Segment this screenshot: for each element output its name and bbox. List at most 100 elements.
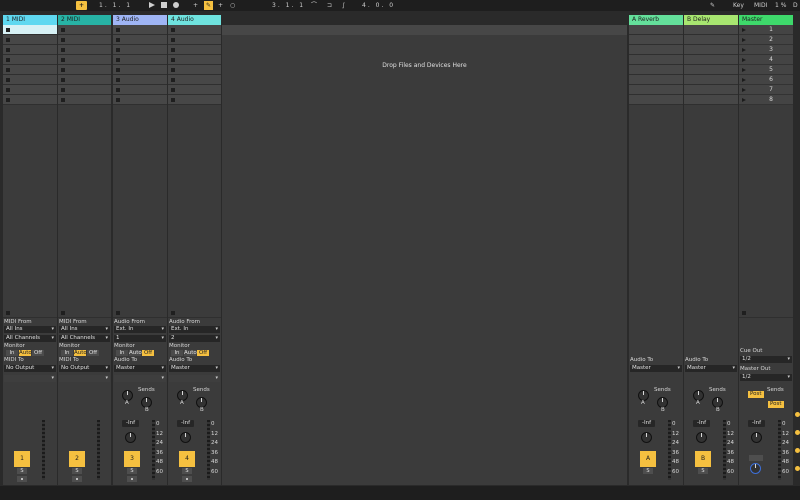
clip-slot[interactable] <box>3 75 57 85</box>
clip-slot[interactable] <box>113 95 167 105</box>
output-target-select[interactable]: No Output <box>4 365 56 372</box>
clip-stop-icon[interactable] <box>171 88 175 92</box>
clip-slot[interactable] <box>168 85 221 95</box>
clip-stop-icon[interactable] <box>6 98 10 102</box>
clip-slot[interactable] <box>113 65 167 75</box>
monitor-off-button[interactable]: Off <box>87 350 99 356</box>
clip-stop-icon[interactable] <box>61 78 65 82</box>
stop-square-icon[interactable] <box>61 311 65 315</box>
scene-play-icon[interactable] <box>742 98 746 102</box>
cue-volume-knob[interactable] <box>751 432 762 443</box>
track-stop-button[interactable] <box>58 308 111 318</box>
clip-stop-icon[interactable] <box>116 28 120 32</box>
clip-slot[interactable] <box>113 35 167 45</box>
track-activator-button[interactable]: 4 <box>179 451 195 467</box>
clip-stop-icon[interactable] <box>61 38 65 42</box>
volume-display[interactable]: -Inf <box>122 420 139 427</box>
monitor-auto-button[interactable]: Auto <box>19 350 32 356</box>
clip-stop-icon[interactable] <box>171 68 175 72</box>
monitor-auto-button[interactable]: Auto <box>129 350 142 356</box>
clip-slot[interactable] <box>168 35 221 45</box>
output-target-select[interactable]: Master <box>169 365 220 372</box>
scene-play-icon[interactable] <box>742 28 746 32</box>
clip-slot[interactable] <box>3 25 57 35</box>
clip-stop-icon[interactable] <box>116 88 120 92</box>
return-header-a-reverb[interactable]: A Reverb <box>629 15 683 25</box>
scene-play-icon[interactable] <box>742 48 746 52</box>
metronome-button[interactable]: + <box>76 1 87 10</box>
clip-slot[interactable] <box>3 35 57 45</box>
scene-launch-button[interactable]: 6 <box>739 75 793 85</box>
track-stop-button[interactable] <box>3 308 57 318</box>
return-a-volume-display[interactable]: -Inf <box>638 420 655 427</box>
clip-stop-icon[interactable] <box>6 48 10 52</box>
clip-slot[interactable] <box>168 95 221 105</box>
loop-toggle-icon[interactable]: ⌒ ⊐ ∫ <box>311 1 349 10</box>
scene-launch-button[interactable]: 7 <box>739 85 793 95</box>
arm-button[interactable] <box>72 476 82 482</box>
cue-out-select[interactable]: 1/2 <box>740 356 792 363</box>
clip-stop-icon[interactable] <box>171 98 175 102</box>
master-post-button[interactable]: Post <box>748 391 764 398</box>
scene-play-icon[interactable] <box>742 38 746 42</box>
input-channel-select[interactable]: All Channels <box>59 335 110 342</box>
volume-display[interactable]: -Inf <box>177 420 194 427</box>
clip-stop-icon[interactable] <box>171 48 175 52</box>
scene-play-icon[interactable] <box>742 68 746 72</box>
clip-slot[interactable] <box>58 55 111 65</box>
pencil-icon[interactable]: ✎ <box>710 1 715 10</box>
arm-button[interactable] <box>17 476 27 482</box>
input-source-select[interactable]: Ext. In <box>114 326 166 333</box>
pan-knob[interactable] <box>125 432 136 443</box>
scene-launch-button[interactable]: 3 <box>739 45 793 55</box>
scene-play-icon[interactable] <box>742 58 746 62</box>
input-source-select[interactable]: All Ins <box>59 326 110 333</box>
track-stop-button[interactable] <box>168 308 221 318</box>
midi-map-button[interactable]: MIDI <box>754 1 767 10</box>
input-channel-select[interactable]: 2 <box>169 335 220 342</box>
clip-stop-icon[interactable] <box>61 48 65 52</box>
clip-stop-icon[interactable] <box>61 28 65 32</box>
stop-all-clips-button[interactable] <box>739 308 793 318</box>
track-stop-button[interactable] <box>113 308 167 318</box>
clip-slot[interactable] <box>3 95 57 105</box>
master-out-select[interactable]: 1/2 <box>740 374 792 381</box>
stop-icon[interactable] <box>161 1 168 10</box>
draw-mode-icon[interactable]: ✎ <box>204 1 213 10</box>
monitor-off-button[interactable]: Off <box>197 350 209 356</box>
input-channel-select[interactable]: All Channels <box>4 335 56 342</box>
clip-slot[interactable] <box>168 25 221 35</box>
return-b-solo-button[interactable]: S <box>698 468 708 474</box>
clip-slot[interactable] <box>168 55 221 65</box>
clip-slot[interactable] <box>58 95 111 105</box>
clip-stop-icon[interactable] <box>61 98 65 102</box>
track-header-1-midi[interactable]: 1 MIDI <box>3 15 57 25</box>
scene-launch-button[interactable]: 1 <box>739 25 793 35</box>
clip-stop-icon[interactable] <box>61 58 65 62</box>
clip-slot[interactable] <box>113 85 167 95</box>
clip-stop-icon[interactable] <box>6 88 10 92</box>
solo-button[interactable]: S <box>127 468 137 474</box>
master-header[interactable]: Master <box>739 15 793 25</box>
return-b-pan-knob[interactable] <box>696 432 707 443</box>
clip-slot[interactable] <box>168 75 221 85</box>
monitor-off-button[interactable]: Off <box>32 350 44 356</box>
clip-stop-icon[interactable] <box>171 28 175 32</box>
master-pan-knob[interactable] <box>750 463 761 474</box>
monitor-auto-button[interactable]: Auto <box>184 350 197 356</box>
record-icon[interactable] <box>173 1 180 10</box>
return-a-pan-knob[interactable] <box>641 432 652 443</box>
clip-slot[interactable] <box>3 85 57 95</box>
monitor-in-button[interactable]: In <box>6 350 18 356</box>
clip-slot[interactable] <box>168 45 221 55</box>
output-target-select[interactable]: No Output <box>59 365 110 372</box>
return-b-volume-display[interactable]: -Inf <box>693 420 710 427</box>
clip-slot[interactable] <box>58 85 111 95</box>
solo-button[interactable]: S <box>72 468 82 474</box>
scene-launch-button[interactable]: 8 <box>739 95 793 105</box>
clip-slot[interactable] <box>58 35 111 45</box>
track-header-3-audio[interactable]: 3 Audio <box>113 15 167 25</box>
scene-launch-button[interactable]: 5 <box>739 65 793 75</box>
return-a-out-select[interactable]: Master <box>630 365 682 372</box>
monitor-in-button[interactable]: In <box>61 350 73 356</box>
